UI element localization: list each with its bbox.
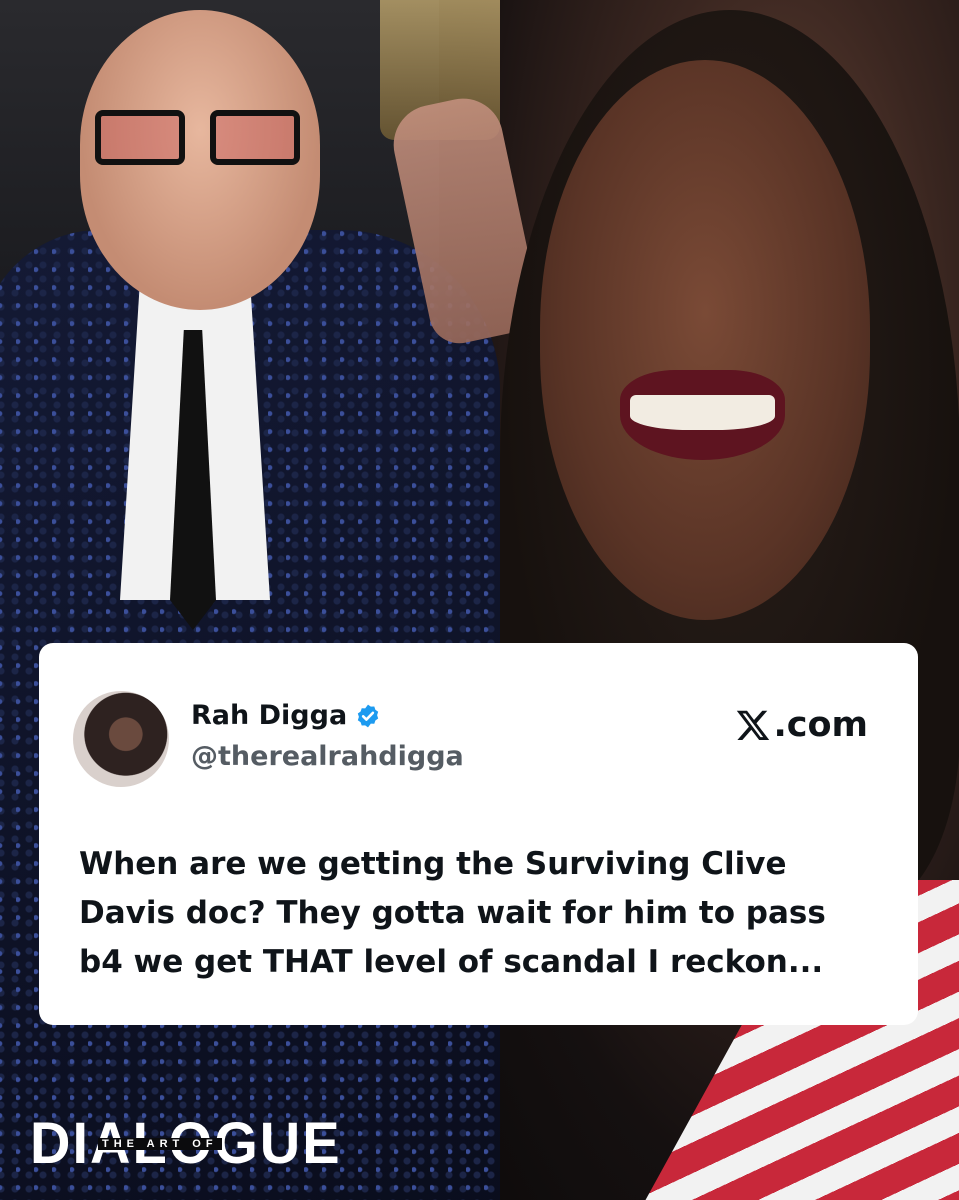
smile-teeth: [630, 395, 775, 430]
x-logo-icon: [737, 710, 770, 740]
tweet-text: When are we getting the Surviving Clive …: [79, 846, 826, 980]
avatar[interactable]: [73, 691, 169, 787]
x-brand: .com: [735, 705, 868, 745]
dialogue-logo: DIALOGUE THE ART OF: [30, 1108, 340, 1178]
verified-badge-icon: [358, 704, 379, 727]
logo-sub-text: THE ART OF: [98, 1138, 222, 1150]
display-name[interactable]: Rah Digga: [191, 700, 347, 731]
user-handle[interactable]: @therealrahdigga: [191, 741, 464, 772]
tweet-card[interactable]: Rah Digga @therealrahdigga .com When are…: [39, 643, 918, 1025]
tinted-glasses: [95, 110, 300, 165]
post-image: Rah Digga @therealrahdigga .com When are…: [0, 0, 959, 1200]
name-row: Rah Digga: [191, 700, 381, 731]
x-domain-label: .com: [773, 705, 868, 745]
woman-face: [540, 60, 870, 620]
